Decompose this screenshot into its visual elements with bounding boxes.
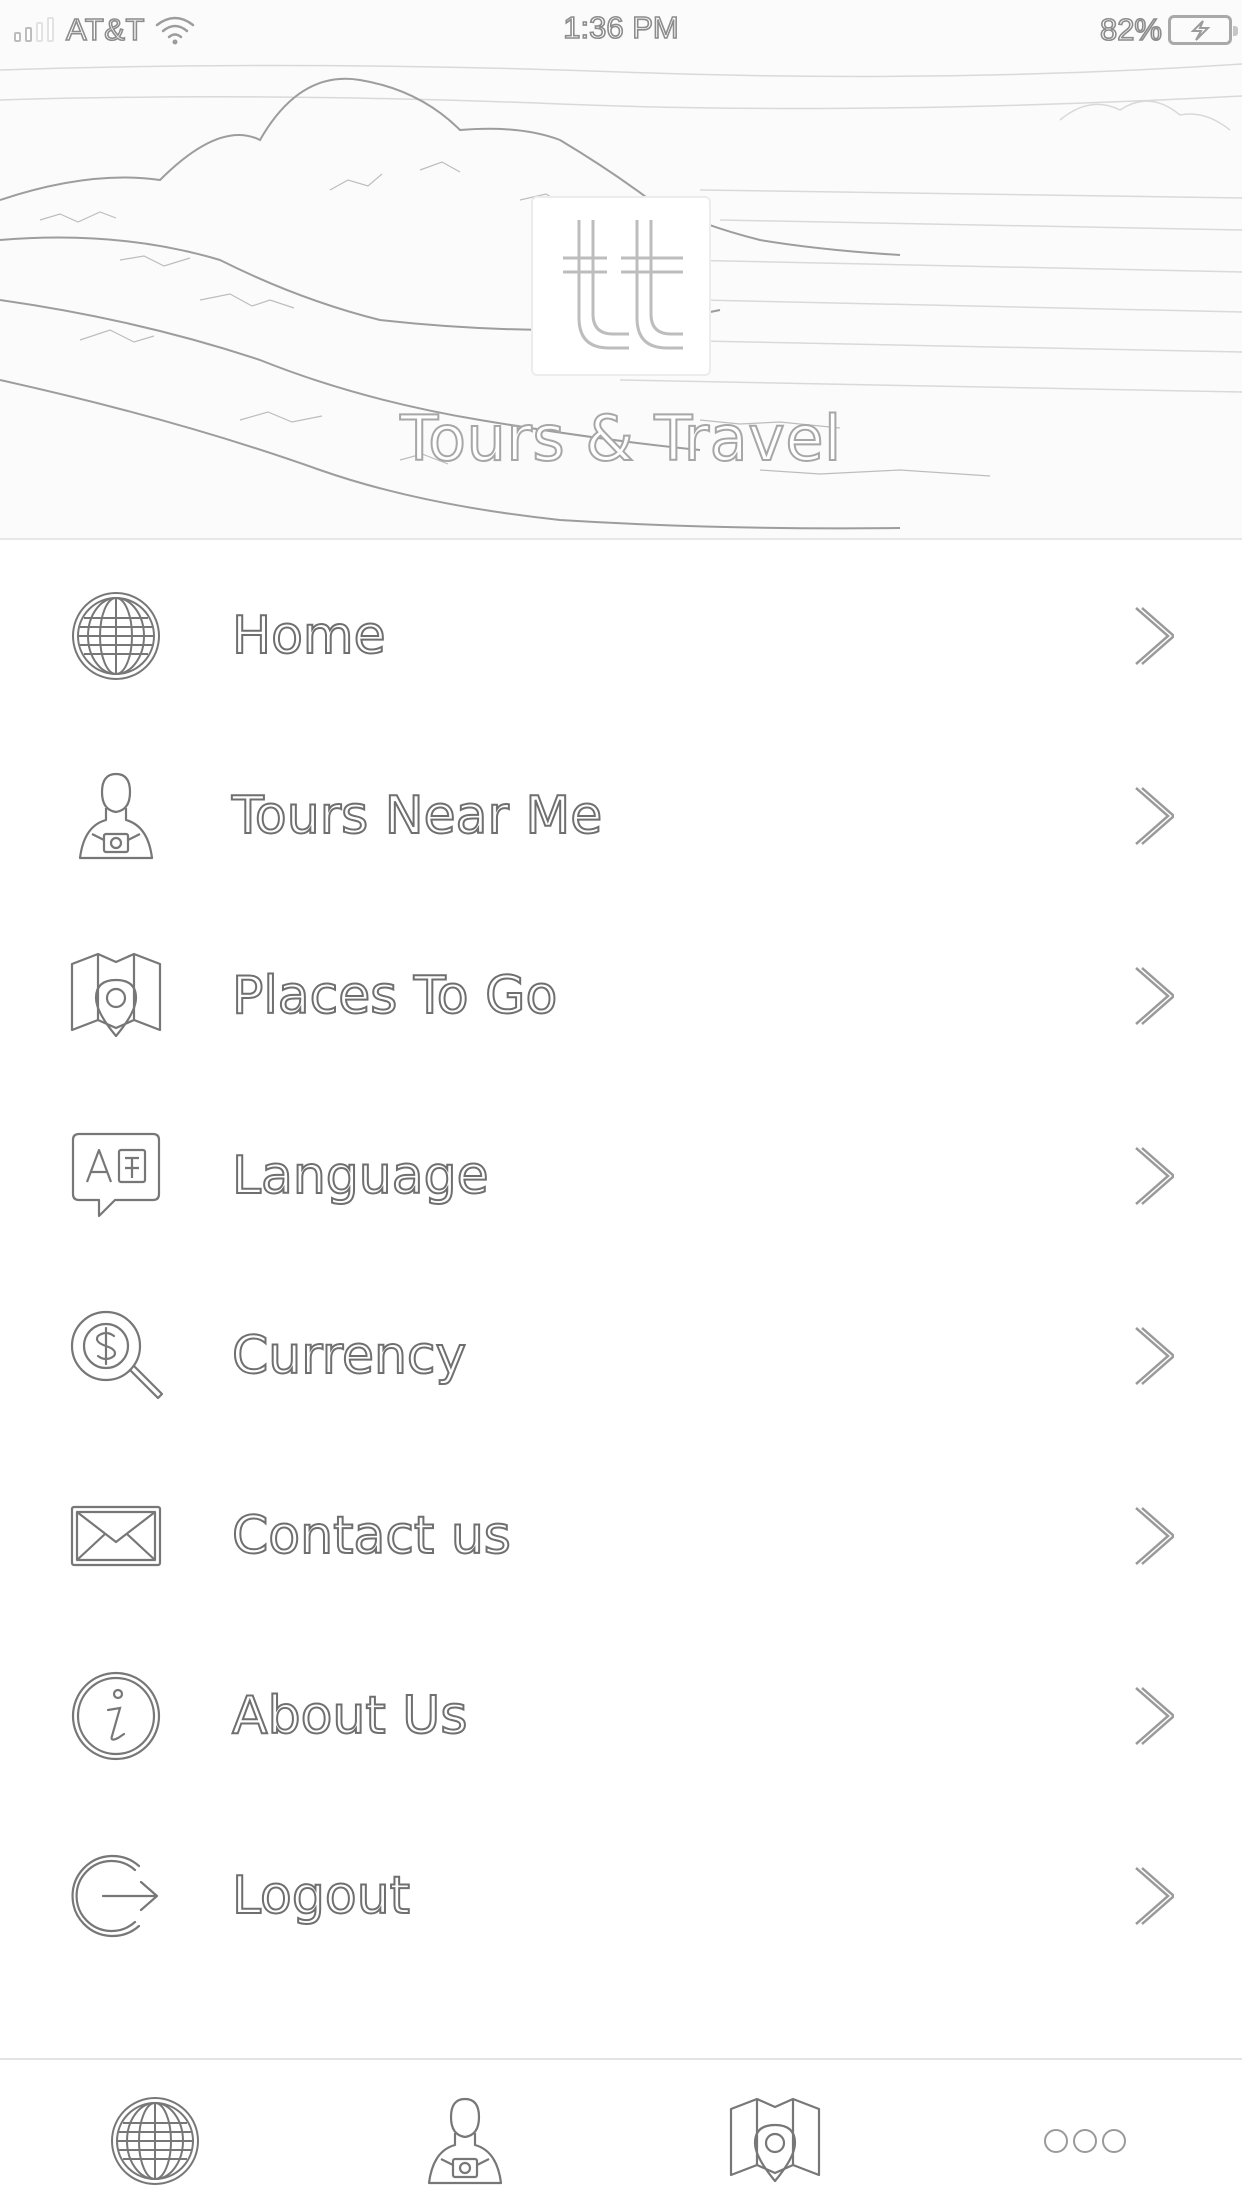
battery-percentage: 82% [1099, 11, 1163, 48]
info-icon [68, 1668, 164, 1764]
menu-item-contact-us[interactable]: Contact us [0, 1444, 1242, 1624]
chevron-right-icon [1135, 1327, 1174, 1385]
tab-more[interactable] [1030, 2086, 1140, 2196]
menu-item-label: Places To Go [231, 965, 558, 1027]
menu-item-label: About Us [231, 1685, 468, 1747]
chevron-right-icon [1135, 1507, 1174, 1565]
tourist-camera-icon [68, 768, 164, 864]
header-banner: Tours & Travel [0, 0, 1242, 540]
menu-item-label: Home [231, 605, 387, 667]
menu-item-label: Tours Near Me [231, 785, 603, 847]
battery-charging-icon [1168, 15, 1238, 45]
envelope-icon [68, 1488, 164, 1584]
tab-bar [0, 2058, 1242, 2208]
chevron-right-icon [1135, 1867, 1174, 1925]
menu-item-label: Logout [231, 1865, 411, 1927]
more-icon [1044, 2129, 1126, 2153]
tourist-camera-icon [427, 2097, 503, 2185]
menu-item-language[interactable]: Language [0, 1084, 1242, 1264]
menu-item-label: Contact us [231, 1505, 512, 1567]
chevron-right-icon [1135, 607, 1174, 665]
menu-item-home[interactable]: Home [0, 544, 1242, 724]
chevron-right-icon [1135, 787, 1174, 845]
menu-item-places-to-go[interactable]: Places To Go [0, 904, 1242, 1084]
menu-item-currency[interactable]: Currency [0, 1264, 1242, 1444]
menu-item-label: Language [231, 1145, 490, 1207]
globe-icon [68, 588, 164, 684]
map-pin-icon [729, 2097, 821, 2183]
chevron-right-icon [1135, 1687, 1174, 1745]
tab-home[interactable] [100, 2086, 210, 2196]
map-pin-icon [68, 948, 164, 1044]
menu-item-logout[interactable]: Logout [0, 1804, 1242, 1984]
status-bar: AT&T 1:36 PM 82% [0, 0, 1242, 62]
menu-item-label: Currency [231, 1325, 467, 1387]
menu-item-about-us[interactable]: About Us [0, 1624, 1242, 1804]
dollar-search-icon [68, 1308, 164, 1404]
status-time: 1:36 PM [562, 9, 679, 46]
chevron-right-icon [1135, 1147, 1174, 1205]
translate-icon [68, 1128, 164, 1224]
chevron-right-icon [1135, 967, 1174, 1025]
menu-item-tours-near-me[interactable]: Tours Near Me [0, 724, 1242, 904]
tab-tours-near-me[interactable] [410, 2086, 520, 2196]
tab-places-to-go[interactable] [720, 2086, 830, 2196]
app-name: Tours & Travel [399, 401, 842, 476]
side-menu: Home Tours Near Me Places To Go Language… [0, 544, 1242, 1984]
logout-icon [68, 1848, 164, 1944]
globe-icon [111, 2097, 199, 2185]
tt-logo-icon [531, 196, 711, 376]
